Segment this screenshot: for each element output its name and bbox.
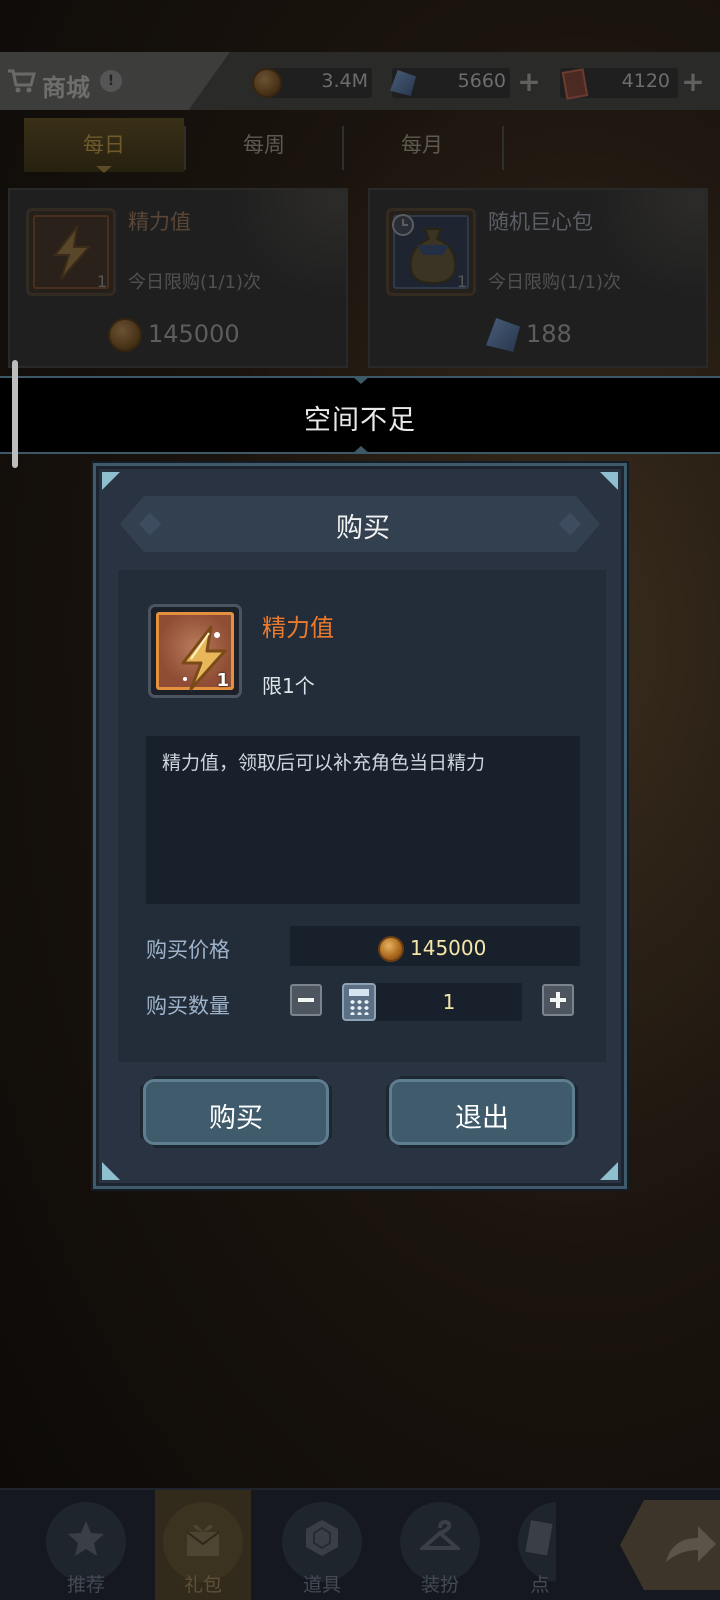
increase-quantity-button[interactable]: [542, 984, 574, 1016]
card-price: 145000: [148, 320, 240, 348]
exit-button-label: 退出: [455, 1103, 509, 1134]
corner-ornament: [600, 472, 618, 490]
price-label: 购买价格: [146, 938, 230, 962]
clock-icon: [392, 214, 414, 236]
shop-card[interactable]: 1 精力值 今日限购(1/1)次 145000: [8, 188, 348, 368]
item-description: 精力值，领取后可以补充角色当日精力: [162, 752, 486, 774]
gold-coin-icon: [378, 936, 404, 962]
item-icon-frame: 1: [148, 604, 242, 698]
notice-text: 空间不足: [304, 405, 416, 436]
quantity-label: 购买数量: [146, 994, 230, 1018]
crystal-value: 5660: [457, 70, 506, 92]
gift-icon: [186, 1524, 220, 1556]
screen: 商城 ! 3.4M 5660 + 4120 + 每日 每周 每月 1 精力值 今…: [0, 0, 720, 1600]
item-icon-frame: 1: [386, 208, 476, 296]
corner-ornament: [102, 472, 120, 490]
card-purchase-limit: 今日限购(1/1)次: [128, 272, 262, 293]
card-price: 188: [526, 320, 572, 348]
period-tabs: 每日 每周 每月: [0, 118, 720, 172]
decrease-quantity-button[interactable]: [290, 984, 322, 1016]
purchase-dialog: 购买 1 精力值 限1个 精力值，领取后可以补充角色当日精力 购买价格 1450…: [93, 463, 627, 1189]
card-icon: [525, 1520, 553, 1556]
tab-divider: [502, 126, 504, 170]
item-quantity: 1: [216, 670, 229, 691]
card-item-name: 随机巨心包: [488, 210, 593, 234]
buy-button-label: 购买: [209, 1103, 263, 1134]
nav-label: 礼包: [183, 1574, 222, 1596]
ticket-value: 4120: [621, 70, 670, 92]
tab-monthly[interactable]: 每月: [344, 118, 500, 172]
gold-value: 3.4M: [321, 70, 368, 92]
nav-item-items[interactable]: 道具: [274, 1490, 370, 1600]
nav-item-recommended[interactable]: 推荐: [38, 1490, 134, 1600]
nav-label: 点: [530, 1574, 550, 1596]
nav-label: 装扮: [420, 1574, 459, 1596]
gold-coin-icon: [252, 68, 282, 98]
gold-coin-icon: [108, 318, 142, 352]
active-tab-indicator: [96, 166, 112, 173]
item-description-box: 精力值，领取后可以补充角色当日精力: [146, 736, 580, 904]
tab-daily[interactable]: 每日: [24, 118, 184, 172]
red-ticket-icon: [561, 68, 589, 100]
hanger-icon: [420, 1519, 460, 1550]
corner-ornament: [600, 1162, 618, 1180]
card-item-name: 精力值: [128, 210, 191, 234]
corner-ornament: [102, 1162, 120, 1180]
nav-item-outfit[interactable]: 装扮: [392, 1490, 488, 1600]
card-purchase-limit: 今日限购(1/1)次: [488, 272, 622, 293]
quantity-value: 1: [442, 990, 456, 1014]
star-icon: [68, 1521, 104, 1556]
nav-label: 道具: [302, 1574, 341, 1596]
item-icon-frame: 1: [26, 208, 116, 296]
calculator-icon[interactable]: [342, 983, 376, 1021]
shop-title: 商城: [42, 74, 90, 102]
share-arrow-icon: [666, 1526, 716, 1562]
info-icon[interactable]: !: [100, 70, 122, 92]
item-limit: 限1个: [262, 674, 315, 698]
scrollbar[interactable]: [12, 360, 18, 468]
nav-label: 推荐: [66, 1574, 105, 1596]
shop-card[interactable]: 1 随机巨心包 今日限购(1/1)次 188: [368, 188, 708, 368]
tab-weekly[interactable]: 每周: [186, 118, 342, 172]
item-quantity: 1: [456, 272, 467, 291]
blue-crystal-icon: [486, 318, 520, 352]
dialog-title: 购买: [336, 513, 390, 544]
price-value: 145000: [410, 936, 487, 960]
shopping-cart-icon: [8, 69, 36, 93]
hexagon-icon: [306, 1520, 338, 1556]
energy-bolt-icon: [52, 225, 92, 280]
nav-item-points[interactable]: 点: [510, 1490, 556, 1600]
item-name: 精力值: [262, 614, 334, 642]
nav-item-gift[interactable]: 礼包: [155, 1490, 251, 1600]
item-quantity: 1: [96, 272, 107, 291]
add-crystal-button[interactable]: +: [516, 68, 542, 96]
add-ticket-button[interactable]: +: [680, 68, 706, 96]
